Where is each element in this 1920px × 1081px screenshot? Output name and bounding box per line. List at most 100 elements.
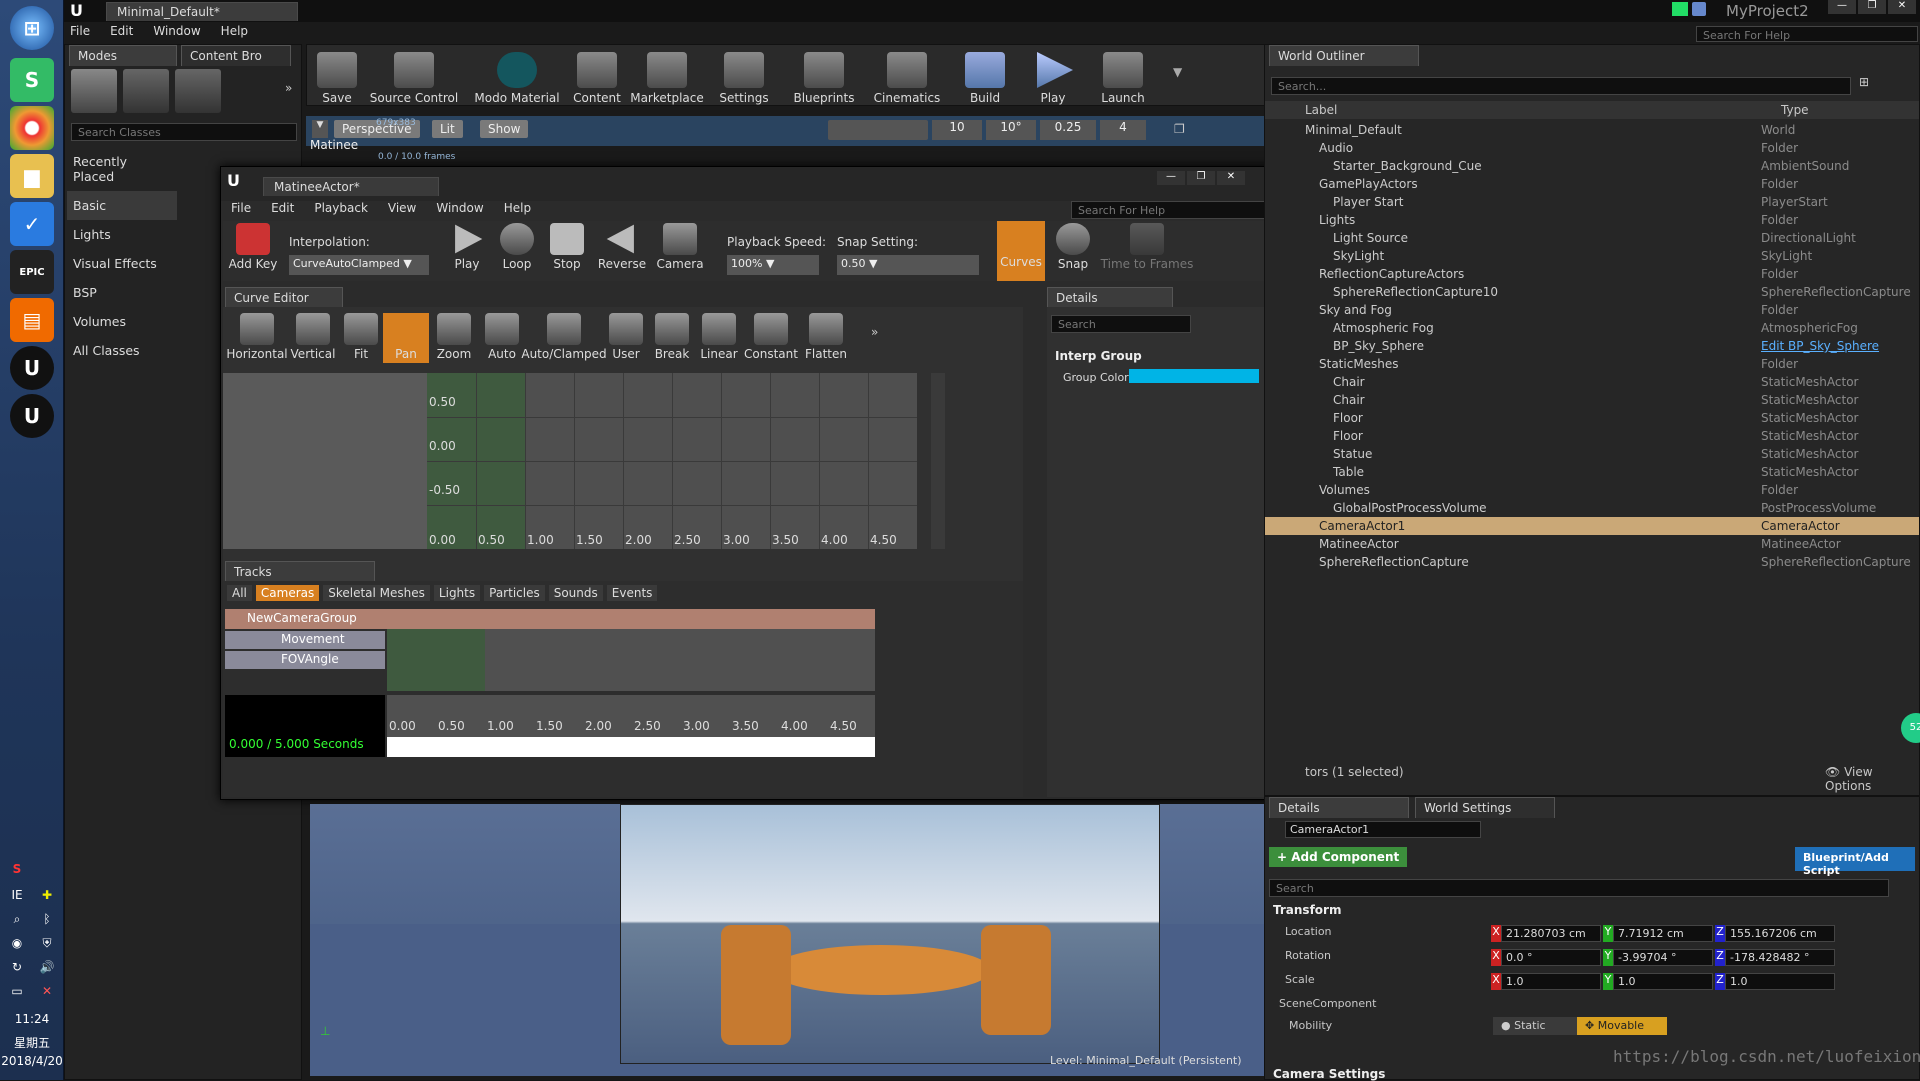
launch-dropdown-icon[interactable]: ▼ <box>1173 65 1182 79</box>
close-button[interactable]: ✕ <box>1888 0 1916 14</box>
save-button[interactable]: Save <box>313 45 361 105</box>
outliner-row[interactable]: Volumes Folder <box>1265 481 1919 499</box>
col-label[interactable]: Label <box>1305 103 1337 117</box>
level-tab[interactable]: Minimal_Default* <box>106 2 298 21</box>
maximize-button[interactable]: ❐ <box>1858 0 1886 14</box>
filter-lights[interactable]: Lights <box>433 585 481 601</box>
mat-menu-edit[interactable]: Edit <box>271 201 294 215</box>
tab-content-browser[interactable]: Content Bro <box>181 45 291 66</box>
cat-basic[interactable]: Basic <box>67 191 177 220</box>
place-mode-icon[interactable] <box>71 69 117 113</box>
source-icon[interactable] <box>1692 2 1706 16</box>
menu-window[interactable]: Window <box>153 24 200 38</box>
paint-mode-icon[interactable] <box>123 69 169 113</box>
user-button[interactable]: User <box>603 313 649 363</box>
loc-x[interactable]: 21.280703 cm <box>1501 925 1601 942</box>
tab-world-settings[interactable]: World Settings <box>1415 797 1555 818</box>
add-component-button[interactable]: + Add Component <box>1269 847 1408 867</box>
outliner-row[interactable]: Floor StaticMeshActor <box>1265 409 1919 427</box>
tab-world-outliner[interactable]: World Outliner <box>1269 45 1419 66</box>
tray-plus-icon[interactable]: ✚ <box>34 888 60 906</box>
auto-clamped-button[interactable]: Auto/Clamped <box>521 313 607 363</box>
source-control-button[interactable]: Source Control <box>365 45 463 105</box>
level-viewport[interactable]: Level: Minimal_Default (Persistent) ⊥ <box>310 804 1316 1076</box>
epic-games-icon[interactable]: EPIC <box>10 250 54 294</box>
actor-name-field[interactable]: CameraActor1 <box>1285 821 1481 838</box>
transform-tools[interactable] <box>828 120 928 140</box>
constant-button[interactable]: Constant <box>743 313 799 363</box>
tray-network-icon[interactable]: ◉ <box>4 936 30 954</box>
close-button[interactable]: ✕ <box>1217 171 1245 185</box>
outliner-row[interactable]: Sky and Fog Folder <box>1265 301 1919 319</box>
tab-details[interactable]: Details <box>1047 287 1173 308</box>
rot-z[interactable]: -178.428482 ° <box>1725 949 1835 966</box>
transform-header[interactable]: Transform <box>1273 903 1341 917</box>
cat-visual-effects[interactable]: Visual Effects <box>67 249 177 278</box>
launch-button[interactable]: Launch <box>1093 45 1153 105</box>
snap-select[interactable]: 0.50 ▼ <box>837 255 979 275</box>
shield-icon[interactable]: ✓ <box>10 202 54 246</box>
maximize-button[interactable]: ❐ <box>1187 171 1215 185</box>
auto-button[interactable]: Auto <box>479 313 525 363</box>
cat-lights[interactable]: Lights <box>67 220 177 249</box>
group-color-swatch[interactable] <box>1129 369 1259 383</box>
outliner-row[interactable]: Statue StaticMeshActor <box>1265 445 1919 463</box>
rot-y[interactable]: -3.99704 ° <box>1613 949 1713 966</box>
filter-skeletal-meshes[interactable]: Skeletal Meshes <box>323 585 430 601</box>
mat-menu-playback[interactable]: Playback <box>314 201 368 215</box>
break-button[interactable]: Break <box>649 313 695 363</box>
camera-settings-header[interactable]: Camera Settings <box>1273 1067 1385 1081</box>
notify-icon[interactable] <box>1672 2 1688 16</box>
outliner-row[interactable]: ReflectionCaptureActors Folder <box>1265 265 1919 283</box>
details-search[interactable]: Search <box>1269 879 1889 897</box>
menu-file[interactable]: File <box>70 24 90 38</box>
timeline-ruler[interactable]: 0.00 0.50 1.00 1.50 2.00 2.50 3.00 3.50 … <box>387 695 875 757</box>
outliner-row[interactable]: Light Source DirectionalLight <box>1265 229 1919 247</box>
horizontal-button[interactable]: Horizontal <box>226 313 288 363</box>
outliner-row[interactable]: Player Start PlayerStart <box>1265 193 1919 211</box>
vertical-button[interactable]: Vertical <box>287 313 339 363</box>
scale-snap[interactable]: 0.25 <box>1040 120 1096 140</box>
lit-button[interactable]: Lit <box>432 120 463 138</box>
maximize-viewport-icon[interactable]: ❐ <box>1174 122 1185 136</box>
unreal-icon[interactable]: U <box>10 346 54 390</box>
outliner-row[interactable]: MatineeActor MatineeActor <box>1265 535 1919 553</box>
mobility-static[interactable]: ● Static <box>1493 1017 1577 1035</box>
camera-button[interactable]: Camera <box>655 223 705 271</box>
stop-button[interactable]: Stop <box>545 223 589 271</box>
more-curve-tools-icon[interactable]: » <box>871 325 878 375</box>
loc-z[interactable]: 155.167206 cm <box>1725 925 1835 942</box>
outliner-row[interactable]: Atmospheric Fog AtmosphericFog <box>1265 319 1919 337</box>
build-button[interactable]: Build <box>955 45 1015 105</box>
camera-speed[interactable]: 4 <box>1100 120 1146 140</box>
outliner-row[interactable]: GlobalPostProcessVolume PostProcessVolume <box>1265 499 1919 517</box>
scale-label[interactable]: Scale <box>1285 973 1315 986</box>
outliner-row[interactable]: Minimal_Default World <box>1265 121 1919 139</box>
filter-cameras[interactable]: Cameras <box>255 585 320 601</box>
tray-volume-icon[interactable]: 🔊 <box>34 960 60 978</box>
filter-events[interactable]: Events <box>606 585 658 601</box>
interp-group-header[interactable]: Interp Group <box>1055 349 1142 363</box>
content-button[interactable]: Content <box>569 45 625 105</box>
tray-mute-icon[interactable]: ✕ <box>34 984 60 1002</box>
matinee-help-search[interactable]: Search For Help <box>1071 201 1291 219</box>
mobility-movable[interactable]: ✥ Movable <box>1577 1017 1667 1035</box>
cat-volumes[interactable]: Volumes <box>67 307 177 336</box>
more-modes-icon[interactable]: » <box>285 81 292 95</box>
outliner-row[interactable]: Table StaticMeshActor <box>1265 463 1919 481</box>
snap-button[interactable]: Snap <box>1051 223 1095 271</box>
play-button[interactable]: Play <box>445 223 489 271</box>
flatten-button[interactable]: Flatten <box>799 313 853 363</box>
add-icon[interactable]: ⊞ <box>1859 75 1869 89</box>
search-classes[interactable]: Search Classes <box>71 123 297 141</box>
outliner-row[interactable]: Chair StaticMeshActor <box>1265 373 1919 391</box>
tab-curve-editor[interactable]: Curve Editor <box>225 287 343 308</box>
tab-tracks[interactable]: Tracks <box>225 561 375 582</box>
filter-sounds[interactable]: Sounds <box>548 585 603 601</box>
reverse-button[interactable]: Reverse <box>595 223 649 271</box>
outliner-row[interactable]: CameraActor1 CameraActor <box>1265 517 1919 535</box>
menu-help[interactable]: Help <box>221 24 248 38</box>
tray-ie-icon[interactable]: IE <box>4 888 30 906</box>
tray-search-icon[interactable]: ⌕ <box>4 912 30 930</box>
rotation-label[interactable]: Rotation <box>1285 949 1331 962</box>
